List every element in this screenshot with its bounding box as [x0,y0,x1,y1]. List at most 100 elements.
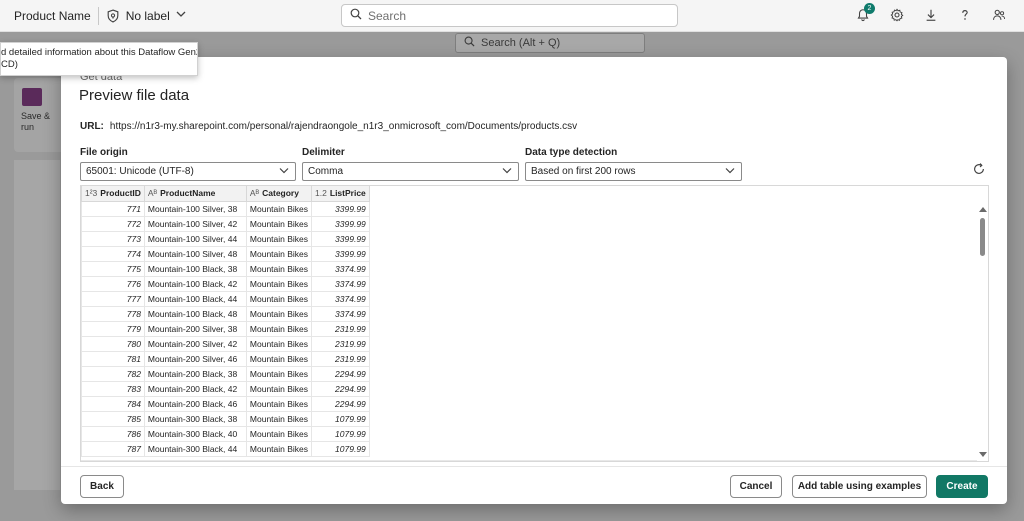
table-cell: Mountain Bikes [245,440,313,457]
help-button[interactable] [948,0,982,32]
download-button[interactable] [914,0,948,32]
table-cell: 2319.99 [311,335,370,352]
refresh-button[interactable] [972,162,986,176]
table-cell: Mountain Bikes [245,290,313,307]
delimiter-dropdown[interactable]: Comma [302,162,519,181]
scrollbar-thumb[interactable] [980,218,985,256]
column-type-icon: Aᴮ [147,188,158,199]
shield-icon[interactable] [106,8,120,23]
tooltip-line-1: d detailed information about this Datafl… [1,47,198,58]
search-icon [350,8,362,23]
delimiter-value: Comma [308,166,344,177]
data-type-detection-field: Data type detection Based on first 200 r… [525,147,742,181]
table-cell: 771 [81,200,145,217]
vertical-scrollbar[interactable] [977,202,988,460]
horizontal-scrollbar[interactable] [81,460,977,461]
table-cell: 780 [81,335,145,352]
table-row: 774 Mountain-100 Silver, 48 Mountain Bikes… [81,245,370,262]
table-cell: Mountain Bikes [245,215,313,232]
table-cell: Mountain-100 Black, 38 [143,260,247,277]
preview-file-data-dialog: Get data Preview file data URL: https://n… [61,57,1007,504]
download-icon [924,8,938,25]
table-cell: 786 [81,425,145,442]
add-table-using-examples-button[interactable]: Add table using examples [792,475,927,498]
column-type-icon: 1.2 [315,188,327,199]
scroll-down-icon[interactable] [979,452,987,457]
table-cell: Mountain-100 Silver, 38 [143,200,247,217]
table-cell: 2319.99 [311,320,370,337]
table-row: 781 Mountain-200 Silver, 46 Mountain Bikes… [81,350,370,367]
table-cell: Mountain Bikes [245,395,313,412]
chevron-down-icon [279,166,289,177]
data-type-detection-value: Based on first 200 rows [531,166,636,177]
table-cell: Mountain Bikes [245,365,313,382]
table-row: 771 Mountain-100 Silver, 38 Mountain Bikes… [81,200,370,217]
share-people-button[interactable] [982,0,1016,32]
back-button[interactable]: Back [80,475,124,498]
table-cell: 782 [81,365,145,382]
preview-table: 1²3 ProductID Aᴮ ProductName Aᴮ Category 1.2 Li… [81,186,370,457]
column-header-listprice[interactable]: 1.2 ListPrice [311,186,370,202]
column-header-label: ProductName [160,188,216,199]
column-header-label: Category [262,188,299,199]
table-cell: Mountain-100 Black, 48 [143,305,247,322]
table-cell: 3399.99 [311,215,370,232]
cancel-button[interactable]: Cancel [730,475,782,498]
table-cell: Mountain-300 Black, 40 [143,425,247,442]
table-cell: 787 [81,440,145,457]
table-cell: Mountain Bikes [245,410,313,427]
column-header-category[interactable]: Aᴮ Category [245,186,313,202]
gear-icon [890,7,904,25]
delimiter-label: Delimiter [302,147,345,158]
table-cell: 783 [81,380,145,397]
table-cell: 2319.99 [311,350,370,367]
scroll-up-icon[interactable] [979,207,987,212]
table-cell: 773 [81,230,145,247]
table-cell: Mountain-300 Black, 44 [143,440,247,457]
table-cell: 781 [81,350,145,367]
header-actions: 2 [846,0,1016,32]
table-cell: 772 [81,215,145,232]
table-row: 784 Mountain-200 Black, 46 Mountain Bikes 2… [81,395,370,412]
table-row: 772 Mountain-100 Silver, 42 Mountain Bikes… [81,215,370,232]
background-side-panel [14,160,60,490]
item-name[interactable]: Product Name [14,9,91,23]
table-cell: Mountain Bikes [245,200,313,217]
table-cell: Mountain-100 Black, 44 [143,290,247,307]
column-type-icon: Aᴮ [249,188,260,199]
file-origin-value: 65001: Unicode (UTF-8) [86,166,194,177]
column-header-productid[interactable]: 1²3 ProductID [81,186,145,202]
column-header-label: ListPrice [329,188,366,199]
table-cell: 3399.99 [311,245,370,262]
settings-button[interactable] [880,0,914,32]
table-cell: Mountain Bikes [245,305,313,322]
table-row: 787 Mountain-300 Black, 44 Mountain Bikes 1… [81,440,370,457]
table-cell: Mountain Bikes [245,350,313,367]
create-button[interactable]: Create [936,475,988,498]
chevron-down-icon[interactable] [176,10,186,21]
table-cell: Mountain Bikes [245,260,313,277]
table-row: 775 Mountain-100 Black, 38 Mountain Bikes 3… [81,260,370,277]
table-cell: 3374.99 [311,290,370,307]
table-row: 779 Mountain-200 Silver, 38 Mountain Bikes… [81,320,370,337]
table-cell: Mountain-100 Silver, 42 [143,215,247,232]
table-cell: 776 [81,275,145,292]
data-type-detection-dropdown[interactable]: Based on first 200 rows [525,162,742,181]
sensitivity-label[interactable]: No label [126,9,170,23]
table-header-row: 1²3 ProductID Aᴮ ProductName Aᴮ Category 1.2 Li… [81,186,370,202]
file-origin-dropdown[interactable]: 65001: Unicode (UTF-8) [80,162,296,181]
table-cell: 3399.99 [311,230,370,247]
table-cell: Mountain Bikes [245,380,313,397]
table-cell: 777 [81,290,145,307]
file-origin-field: File origin 65001: Unicode (UTF-8) [80,147,296,181]
table-row: 778 Mountain-100 Black, 48 Mountain Bikes 3… [81,305,370,322]
table-cell: 785 [81,410,145,427]
global-search-input[interactable]: Search [341,4,678,27]
notification-badge: 2 [864,3,875,14]
table-cell: 1079.99 [311,425,370,442]
tooltip: d detailed information about this Datafl… [0,42,198,76]
table-cell: Mountain Bikes [245,425,313,442]
column-header-productname[interactable]: Aᴮ ProductName [143,186,247,202]
table-cell: Mountain-200 Silver, 38 [143,320,247,337]
notifications-button[interactable]: 2 [846,0,880,32]
